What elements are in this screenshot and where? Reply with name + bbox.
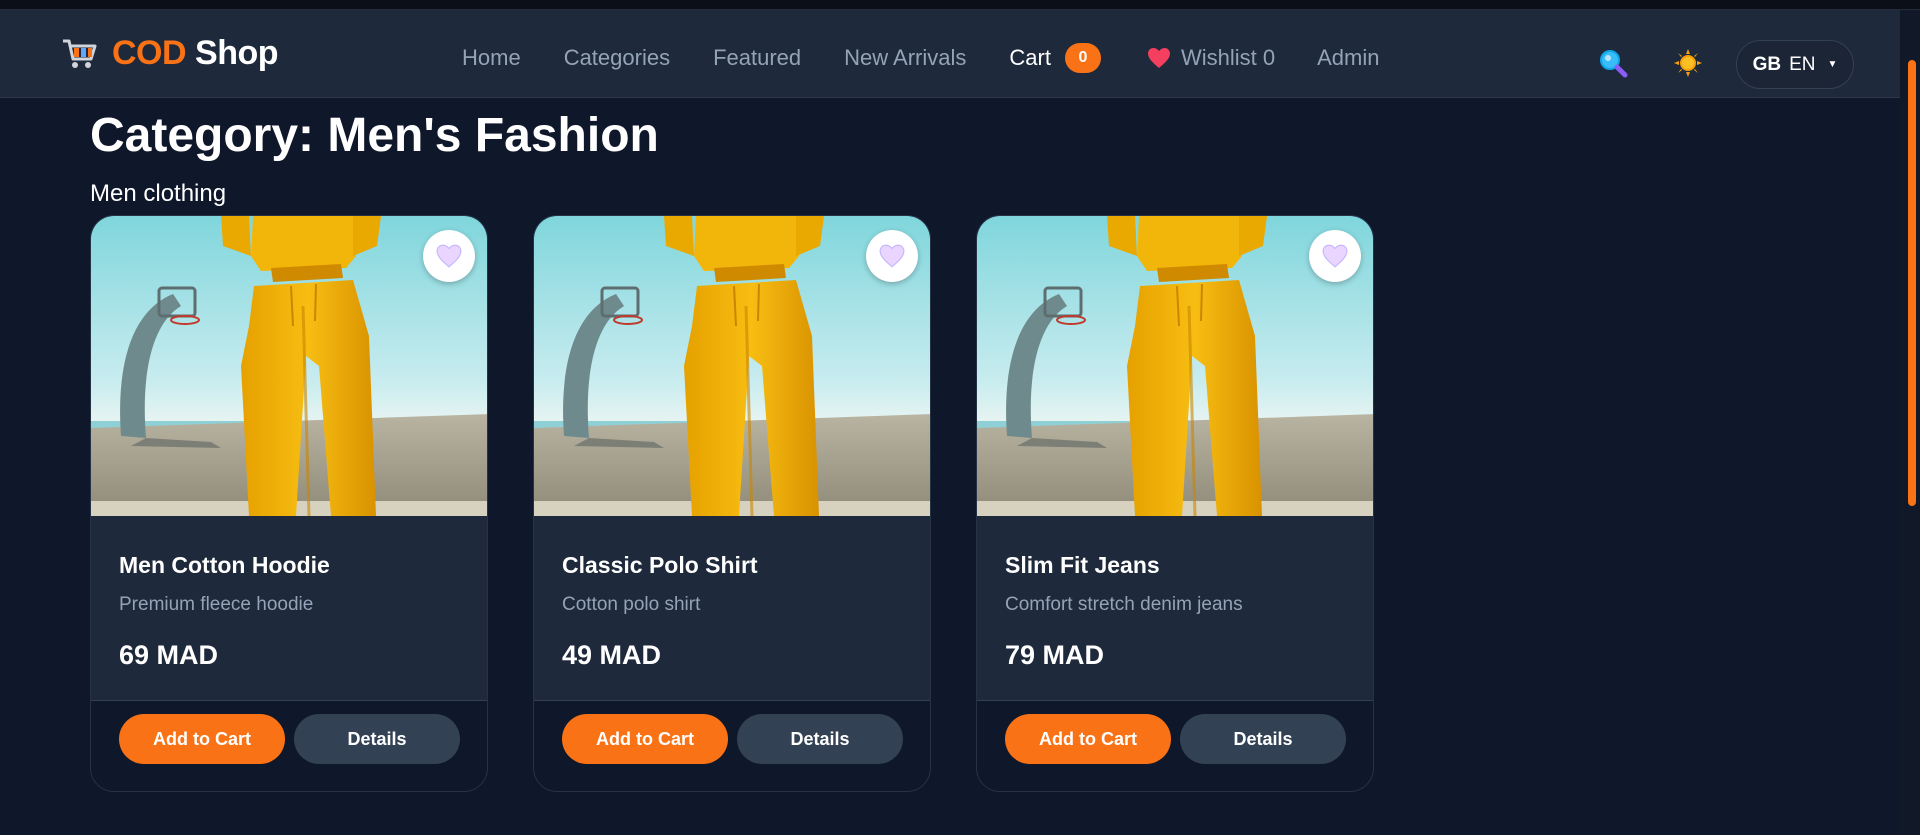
product-price: 69 MAD: [119, 640, 219, 670]
brand-name-shop: Shop: [195, 34, 278, 72]
nav-featured[interactable]: Featured: [713, 45, 801, 71]
nav-categories[interactable]: Categories: [564, 45, 670, 71]
product-description: Comfort stretch denim jeans: [1005, 594, 1243, 615]
brand-name: COD Shop: [112, 34, 278, 73]
product-info: Classic Polo Shirt Cotton polo shirt 49 …: [534, 516, 930, 701]
shopping-cart-icon: [63, 39, 97, 68]
navbar: COD Shop Home Categories Featured New Ar…: [0, 10, 1900, 98]
page-title: Category: Men's Fashion: [90, 109, 659, 162]
language-flag: GB: [1752, 53, 1782, 75]
details-button[interactable]: Details: [294, 714, 460, 764]
add-to-wishlist-button[interactable]: [866, 230, 918, 282]
nav-cart-label: Cart: [1009, 45, 1051, 70]
search-icon[interactable]: [1598, 48, 1628, 78]
nav-wishlist[interactable]: Wishlist 0: [1147, 45, 1275, 71]
product-info: Men Cotton Hoodie Premium fleece hoodie …: [91, 516, 487, 701]
heart-icon: [1322, 244, 1348, 268]
details-button[interactable]: Details: [737, 714, 903, 764]
product-price: 79 MAD: [1005, 640, 1105, 670]
nav-admin[interactable]: Admin: [1317, 45, 1379, 71]
sun-icon[interactable]: [1673, 48, 1703, 78]
heart-icon: [436, 244, 462, 268]
nav-wishlist-label: Wishlist 0: [1180, 45, 1276, 70]
product-name[interactable]: Slim Fit Jeans: [1005, 552, 1160, 579]
nav-home[interactable]: Home: [462, 45, 521, 71]
product-info: Slim Fit Jeans Comfort stretch denim jea…: [977, 516, 1373, 701]
brand-logo[interactable]: COD Shop: [60, 34, 278, 73]
details-button[interactable]: Details: [1180, 714, 1346, 764]
heart-icon: [879, 244, 905, 268]
add-to-wishlist-button[interactable]: [423, 230, 475, 282]
main-nav: Home Categories Featured New Arrivals Ca…: [462, 40, 1422, 76]
language-code: EN: [1789, 53, 1816, 75]
page-scrollbar-thumb[interactable]: [1908, 60, 1916, 506]
product-price: 49 MAD: [562, 640, 662, 670]
chevron-down-icon: ▼: [1827, 59, 1838, 70]
add-to-wishlist-button[interactable]: [1309, 230, 1361, 282]
window-top-strip: [0, 0, 1920, 10]
product-name[interactable]: Classic Polo Shirt: [562, 552, 758, 579]
nav-new-arrivals[interactable]: New Arrivals: [844, 45, 966, 71]
product-card: Classic Polo Shirt Cotton polo shirt 49 …: [533, 215, 931, 792]
brand-name-cod: COD: [112, 34, 187, 72]
product-description: Cotton polo shirt: [562, 594, 701, 615]
add-to-cart-button[interactable]: Add to Cart: [119, 714, 285, 764]
product-name[interactable]: Men Cotton Hoodie: [119, 552, 330, 579]
product-card: Men Cotton Hoodie Premium fleece hoodie …: [90, 215, 488, 792]
language-selector[interactable]: GB EN ▼: [1736, 40, 1854, 89]
product-card: Slim Fit Jeans Comfort stretch denim jea…: [976, 215, 1374, 792]
heart-icon: [1147, 47, 1171, 69]
nav-cart[interactable]: Cart 0: [1009, 43, 1101, 73]
add-to-cart-button[interactable]: Add to Cart: [562, 714, 728, 764]
cart-count-badge: 0: [1064, 43, 1101, 73]
add-to-cart-button[interactable]: Add to Cart: [1005, 714, 1171, 764]
product-description: Premium fleece hoodie: [119, 594, 314, 615]
page-subtitle: Men clothing: [90, 180, 227, 207]
